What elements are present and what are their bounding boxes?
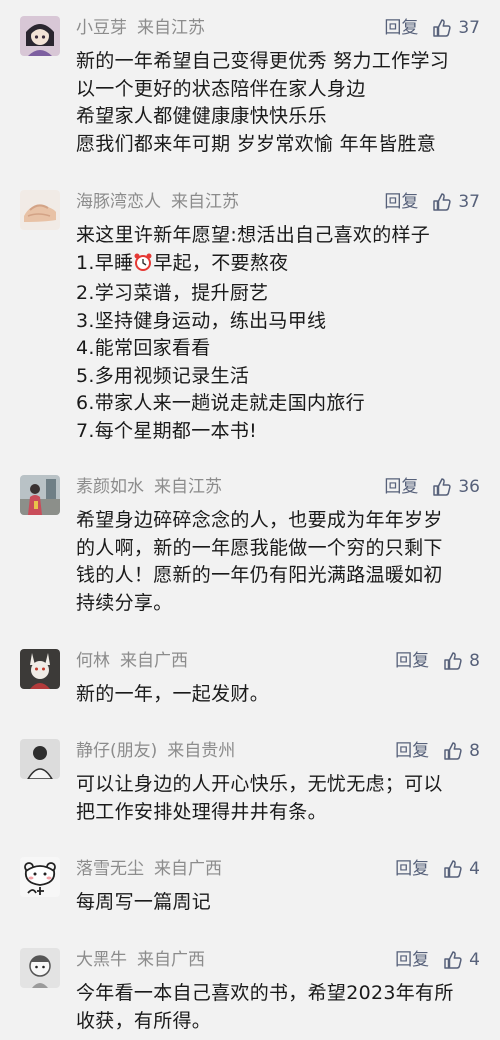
reply-button[interactable]: 回复 xyxy=(395,739,429,763)
alarm-clock-icon xyxy=(133,252,153,281)
avatar[interactable] xyxy=(20,190,60,230)
location-label: 来自广西 xyxy=(154,859,222,879)
avatar[interactable] xyxy=(20,857,60,897)
user-name[interactable]: 大黑牛 xyxy=(76,950,127,970)
comment-actions: 回复 36 xyxy=(384,475,480,499)
thumbs-up-icon xyxy=(443,950,463,970)
reply-button[interactable]: 回复 xyxy=(384,475,418,499)
thumbs-up-icon xyxy=(443,651,463,671)
like-count: 8 xyxy=(469,741,480,761)
like-button[interactable]: 4 xyxy=(443,857,480,881)
comment-text: 希望身边碎碎念念的人，也要成为年年岁岁 的人啊，新的一年愿我能做一个穷的只剩下 … xyxy=(76,509,443,614)
avatar[interactable] xyxy=(20,948,60,988)
user-name[interactable]: 落雪无尘 xyxy=(76,859,144,879)
comment-text-line: 早起，不要熬夜 xyxy=(153,251,289,274)
thumbs-up-icon xyxy=(443,741,463,761)
comment-meta: 静仔(朋友) 来自贵州 xyxy=(76,739,235,763)
user-name[interactable]: 海豚湾恋人 xyxy=(76,192,161,212)
location-label: 来自贵州 xyxy=(167,741,236,761)
avatar[interactable] xyxy=(20,739,60,779)
location-label: 来自江苏 xyxy=(154,477,222,497)
comment-meta: 小豆芽 来自江苏 xyxy=(76,16,205,40)
thumbs-up-icon xyxy=(443,859,463,879)
like-count: 36 xyxy=(458,477,480,497)
like-count: 8 xyxy=(469,651,480,671)
like-button[interactable]: 8 xyxy=(443,649,480,673)
like-count: 4 xyxy=(469,950,480,970)
comment-meta: 海豚湾恋人 来自江苏 xyxy=(76,190,239,214)
thumbs-up-icon xyxy=(432,18,452,38)
location-label: 来自广西 xyxy=(120,651,188,671)
comment-text: 来这里许新年愿望:想活出自己喜欢的样子 1.早睡 早起，不要熬夜 2.学习菜谱，提… xyxy=(76,222,476,445)
like-count: 37 xyxy=(458,192,480,212)
thumbs-up-icon xyxy=(432,477,452,497)
comment-text: 新的一年希望自己变得更优秀 努力工作学习 以一个更好的状态陪伴在家人身边 希望家… xyxy=(76,50,450,155)
reply-button[interactable]: 回复 xyxy=(395,857,429,881)
thumbs-up-icon xyxy=(432,192,452,212)
location-label: 来自江苏 xyxy=(171,192,239,212)
comment-text: 今年看一本自己喜欢的书，希望2023年有所 收获，有所得。 xyxy=(76,982,454,1032)
comment-actions: 回复 37 xyxy=(384,16,480,40)
comment-meta: 何林 来自广西 xyxy=(76,649,188,673)
like-button[interactable]: 36 xyxy=(432,475,480,499)
reply-button[interactable]: 回复 xyxy=(384,16,418,40)
location-label: 来自江苏 xyxy=(137,18,205,38)
reply-button[interactable]: 回复 xyxy=(395,948,429,972)
like-button[interactable]: 8 xyxy=(443,739,480,763)
location-label: 来自广西 xyxy=(137,950,205,970)
comment-actions: 回复 37 xyxy=(384,190,480,214)
comment-meta: 落雪无尘 来自广西 xyxy=(76,857,222,881)
comment-actions: 回复 4 xyxy=(395,857,480,881)
comment-actions: 回复 4 xyxy=(395,948,480,972)
reply-button[interactable]: 回复 xyxy=(384,190,418,214)
like-button[interactable]: 4 xyxy=(443,948,480,972)
user-name[interactable]: 静仔(朋友) xyxy=(76,741,157,761)
avatar[interactable] xyxy=(20,16,60,56)
user-name[interactable]: 素颜如水 xyxy=(76,477,144,497)
comment-text-line: 1.早睡 xyxy=(76,251,134,274)
like-button[interactable]: 37 xyxy=(432,16,480,40)
like-button[interactable]: 37 xyxy=(432,190,480,214)
user-name[interactable]: 何林 xyxy=(76,651,110,671)
reply-button[interactable]: 回复 xyxy=(395,649,429,673)
comment-text: 新的一年，一起发财。 xyxy=(76,683,270,705)
comment-text: 每周写一篇周记 xyxy=(76,891,212,913)
comment-meta: 大黑牛 来自广西 xyxy=(76,948,205,972)
like-count: 37 xyxy=(458,18,480,38)
like-count: 4 xyxy=(469,859,480,879)
avatar[interactable] xyxy=(20,475,60,515)
comment-text-intro: 来这里许新年愿望:想活出自己喜欢的样子 xyxy=(76,224,431,246)
avatar[interactable] xyxy=(20,649,60,689)
comment-meta: 素颜如水 来自江苏 xyxy=(76,475,222,499)
comment-actions: 回复 8 xyxy=(395,649,480,673)
comment-text: 可以让身边的人开心快乐，无忧无虑；可以 把工作安排处理得井井有条。 xyxy=(76,773,443,823)
comment-text-rest: 2.学习菜谱，提升厨艺 3.坚持健身运动，练出马甲线 4.能常回家看看 5.多用… xyxy=(76,282,365,442)
user-name[interactable]: 小豆芽 xyxy=(76,18,127,38)
comment-actions: 回复 8 xyxy=(395,739,480,763)
